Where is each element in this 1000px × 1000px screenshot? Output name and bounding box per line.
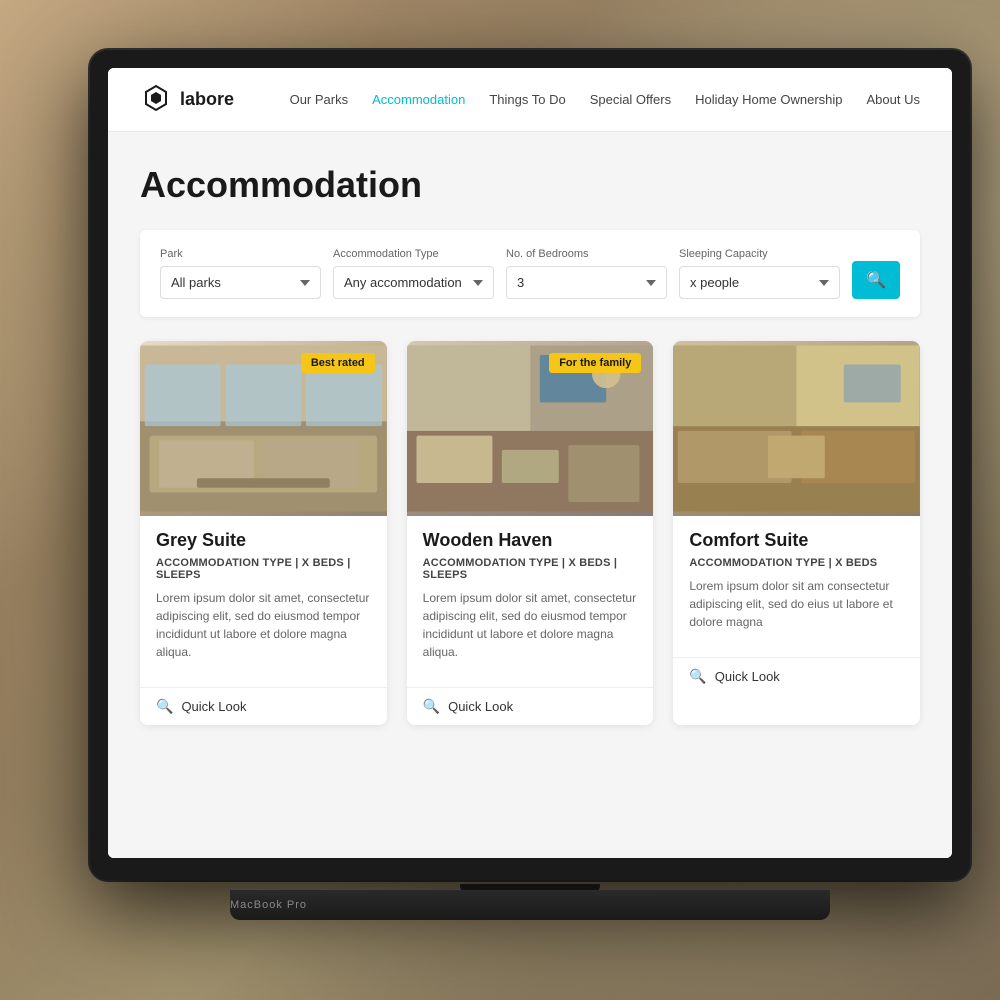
- sleeping-filter-select[interactable]: x people: [679, 266, 840, 299]
- page-title: Accommodation: [140, 164, 920, 206]
- bedrooms-filter-label: No. of Bedrooms: [506, 248, 667, 260]
- card-1-footer[interactable]: 🔍 Quick Look: [140, 687, 387, 725]
- nav-holiday-home-ownership[interactable]: Holiday Home Ownership: [695, 92, 842, 107]
- screen-inner: labore Our Parks Accommodation Things To…: [108, 68, 952, 858]
- card-3-svg: [673, 341, 920, 516]
- sleeping-filter-group: Sleeping Capacity x people: [679, 248, 840, 299]
- card-2-search-icon: 🔍: [423, 698, 440, 715]
- accommodation-filter-select[interactable]: Any accommodation type: [333, 266, 494, 299]
- card-grey-suite: Best rated Grey Suite Accommodation Type…: [140, 341, 387, 725]
- card-1-title: Grey Suite: [156, 530, 371, 551]
- cards-grid: Best rated Grey Suite Accommodation Type…: [140, 341, 920, 725]
- nav-about-us[interactable]: About Us: [867, 92, 920, 107]
- card-1-meta: Accommodation Type | x beds | Sleeps: [156, 557, 371, 581]
- card-1-description: Lorem ipsum dolor sit amet, consectetur …: [156, 589, 371, 661]
- sleeping-filter-label: Sleeping Capacity: [679, 248, 840, 260]
- card-1-image-wrapper: Best rated: [140, 341, 387, 516]
- park-filter-select[interactable]: All parks: [160, 266, 321, 299]
- filter-bar: Park All parks Accommodation Type Any ac…: [140, 230, 920, 317]
- accommodation-filter-label: Accommodation Type: [333, 248, 494, 260]
- bedrooms-filter-select[interactable]: 3: [506, 266, 667, 299]
- card-3-title: Comfort Suite: [689, 530, 904, 551]
- navigation: labore Our Parks Accommodation Things To…: [108, 68, 952, 132]
- card-2-body: Wooden Haven Accommodation Type | x beds…: [407, 516, 654, 687]
- card-3-image-wrapper: [673, 341, 920, 516]
- card-1-badge: Best rated: [301, 353, 375, 373]
- card-3-search-icon: 🔍: [689, 668, 706, 685]
- website: labore Our Parks Accommodation Things To…: [108, 68, 952, 858]
- card-1-body: Grey Suite Accommodation Type | x beds |…: [140, 516, 387, 687]
- laptop-bottom: MacBook Pro: [230, 890, 830, 920]
- main-content: Accommodation Park All parks Accommodati…: [108, 132, 952, 858]
- nav-things-to-do[interactable]: Things To Do: [489, 92, 565, 107]
- nav-our-parks[interactable]: Our Parks: [290, 92, 349, 107]
- search-button[interactable]: 🔍: [852, 261, 900, 299]
- card-2-description: Lorem ipsum dolor sit amet, consectetur …: [423, 589, 638, 661]
- card-3-footer[interactable]: 🔍 Quick Look: [673, 657, 920, 695]
- card-3-meta: Accommodation Type | x beds: [689, 557, 904, 569]
- card-comfort-suite: Comfort Suite Accommodation Type | x bed…: [673, 341, 920, 725]
- card-2-meta: Accommodation Type | x beds | Sleeps: [423, 557, 638, 581]
- accommodation-filter-group: Accommodation Type Any accommodation typ…: [333, 248, 494, 299]
- nav-links: Our Parks Accommodation Things To Do Spe…: [290, 92, 920, 107]
- card-2-title: Wooden Haven: [423, 530, 638, 551]
- card-1-quick-look: Quick Look: [181, 699, 246, 714]
- search-icon: 🔍: [866, 270, 886, 290]
- logo-icon: [140, 84, 172, 116]
- card-2-image-wrapper: For the family: [407, 341, 654, 516]
- card-wooden-haven: For the family Wooden Haven Accommodatio…: [407, 341, 654, 725]
- laptop-model-label: MacBook Pro: [230, 899, 307, 911]
- card-2-footer[interactable]: 🔍 Quick Look: [407, 687, 654, 725]
- park-filter-label: Park: [160, 248, 321, 260]
- card-2-quick-look: Quick Look: [448, 699, 513, 714]
- nav-accommodation[interactable]: Accommodation: [372, 92, 465, 107]
- bedrooms-filter-group: No. of Bedrooms 3: [506, 248, 667, 299]
- card-1-search-icon: 🔍: [156, 698, 173, 715]
- park-filter-group: Park All parks: [160, 248, 321, 299]
- card-3-description: Lorem ipsum dolor sit am consectetur adi…: [689, 577, 904, 631]
- screen-bezel: labore Our Parks Accommodation Things To…: [90, 50, 970, 880]
- nav-special-offers[interactable]: Special Offers: [590, 92, 671, 107]
- logo[interactable]: labore: [140, 84, 234, 116]
- logo-text: labore: [180, 89, 234, 110]
- card-3-body: Comfort Suite Accommodation Type | x bed…: [673, 516, 920, 657]
- card-3-quick-look: Quick Look: [715, 669, 780, 684]
- card-2-badge: For the family: [549, 353, 641, 373]
- card-3-image: [673, 341, 920, 516]
- laptop-frame: labore Our Parks Accommodation Things To…: [90, 50, 970, 920]
